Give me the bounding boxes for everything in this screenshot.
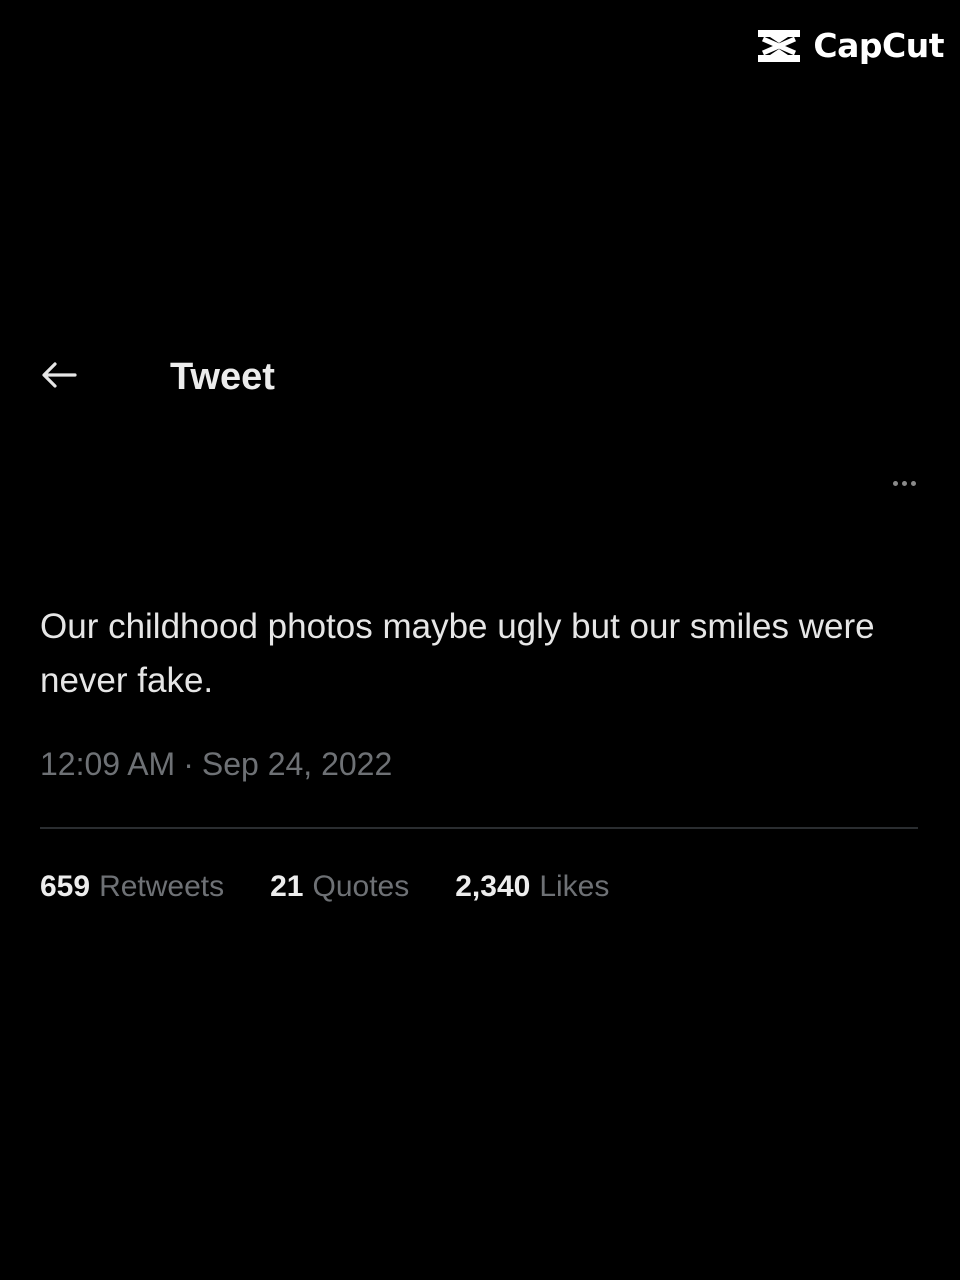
likes-stat[interactable]: 2,340 Likes bbox=[455, 870, 609, 904]
page-title: Tweet bbox=[170, 356, 275, 398]
retweets-stat[interactable]: 659 Retweets bbox=[40, 870, 224, 904]
more-dot bbox=[910, 480, 916, 486]
tweet-timestamp[interactable]: 12:09 AM · Sep 24, 2022 bbox=[40, 746, 392, 783]
retweets-label: Retweets bbox=[99, 870, 225, 903]
tweet-date: Sep 24, 2022 bbox=[201, 746, 393, 782]
retweets-count: 659 bbox=[40, 870, 91, 903]
quotes-count: 21 bbox=[270, 870, 304, 903]
arrow-left-icon bbox=[39, 360, 79, 395]
divider bbox=[40, 827, 918, 829]
capcut-brand-text: CapCut bbox=[813, 26, 944, 65]
more-dot bbox=[901, 480, 907, 486]
back-button[interactable] bbox=[36, 358, 82, 396]
likes-count: 2,340 bbox=[455, 870, 531, 903]
more-horizontal-icon bbox=[892, 480, 898, 486]
more-options-button[interactable] bbox=[884, 472, 924, 494]
timestamp-separator: · bbox=[183, 746, 194, 782]
tweet-header: Tweet bbox=[0, 350, 960, 404]
quotes-label: Quotes bbox=[312, 870, 410, 903]
likes-label: Likes bbox=[539, 870, 610, 903]
quotes-stat[interactable]: 21 Quotes bbox=[270, 870, 409, 904]
tweet-time: 12:09 AM bbox=[40, 746, 176, 782]
tweet-text: Our childhood photos maybe ugly but our … bbox=[40, 607, 875, 700]
capcut-watermark: CapCut bbox=[755, 26, 944, 65]
capcut-logo-icon bbox=[755, 27, 803, 65]
tweet-stats: 659 Retweets 21 Quotes 2,340 Likes bbox=[40, 870, 609, 904]
